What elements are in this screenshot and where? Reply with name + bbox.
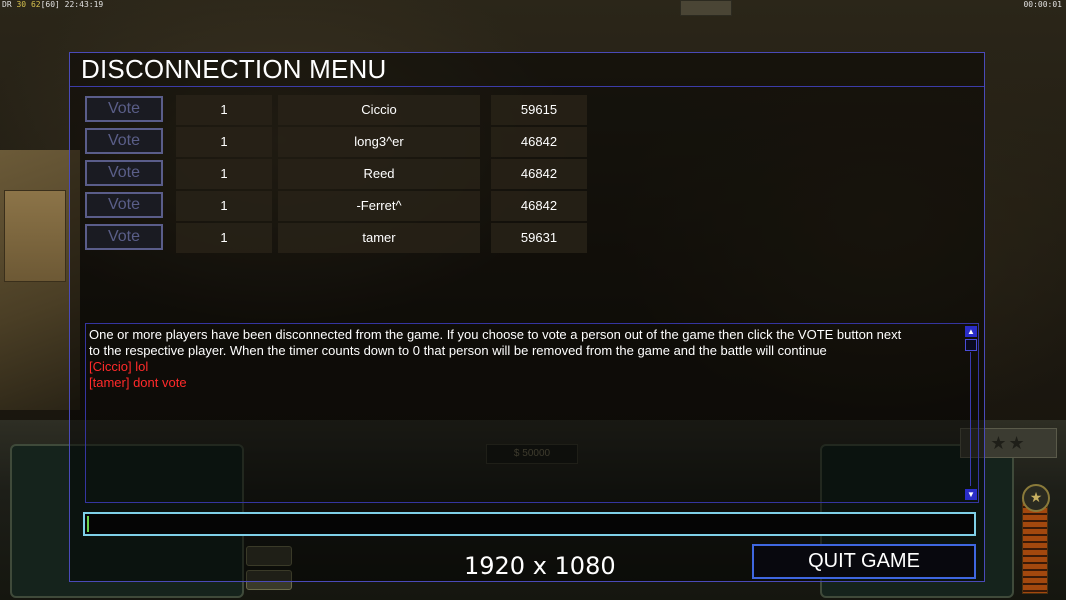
info-message-line: One or more players have been disconnect…	[89, 327, 902, 342]
resolution-overlay: 1920 x 1080	[464, 552, 616, 580]
system-clock: 22:43:19	[64, 0, 104, 9]
dialog-title: DISCONNECTION MENU	[81, 54, 387, 84]
player-ping: 46842	[491, 127, 587, 157]
player-slot: 1	[176, 191, 272, 221]
scroll-track-line	[970, 352, 971, 486]
vote-button[interactable]: Vote	[85, 128, 163, 154]
player-ping: 46842	[491, 159, 587, 189]
player-name: -Ferret^	[278, 191, 480, 221]
player-slot: 1	[176, 159, 272, 189]
player-slot: 1	[176, 95, 272, 125]
fps-value-b: 62	[30, 0, 41, 9]
chat-scrollbar[interactable]: ▲ ▼	[965, 326, 977, 500]
info-message-line: to the respective player. When the timer…	[89, 343, 827, 358]
vote-button[interactable]: Vote	[85, 160, 163, 186]
scroll-thumb[interactable]	[965, 339, 977, 351]
player-name: tamer	[278, 223, 480, 253]
vote-button[interactable]: Vote	[85, 224, 163, 250]
chat-input[interactable]	[83, 512, 976, 536]
player-slot: 1	[176, 127, 272, 157]
general-star-icon[interactable]: ★	[1022, 484, 1050, 512]
chat-text: One or more players have been disconnect…	[89, 327, 961, 391]
building-left	[4, 190, 66, 282]
player-ping: 59631	[491, 223, 587, 253]
text-caret	[87, 516, 89, 532]
title-divider	[70, 86, 984, 87]
player-slot: 1	[176, 223, 272, 253]
player-name: Ciccio	[278, 95, 480, 125]
player-name: Reed	[278, 159, 480, 189]
vote-button[interactable]: Vote	[85, 96, 163, 122]
game-timer: 00:00:01	[1023, 0, 1062, 9]
scroll-up-arrow-icon[interactable]: ▲	[965, 326, 977, 337]
structure-top	[680, 0, 732, 16]
quit-game-button[interactable]: QUIT GAME	[752, 544, 976, 579]
power-meter	[1022, 500, 1048, 594]
chat-message: [tamer] dont vote	[89, 375, 187, 390]
scroll-down-arrow-icon[interactable]: ▼	[965, 489, 977, 500]
player-name: long3^er	[278, 127, 480, 157]
disconnection-dialog: DISCONNECTION MENU Vote 1 Ciccio 59615 V…	[69, 52, 985, 582]
vote-button[interactable]: Vote	[85, 192, 163, 218]
chat-message: [Ciccio] lol	[89, 359, 149, 374]
fps-prefix: DR	[2, 0, 12, 9]
chat-log[interactable]: One or more players have been disconnect…	[85, 323, 979, 503]
player-ping: 46842	[491, 191, 587, 221]
fps-value-a: 30	[16, 0, 27, 9]
player-ping: 59615	[491, 95, 587, 125]
fps-readout: DR 30 62[60] 22:43:19	[2, 0, 103, 9]
fps-value-c: [60]	[40, 0, 60, 9]
